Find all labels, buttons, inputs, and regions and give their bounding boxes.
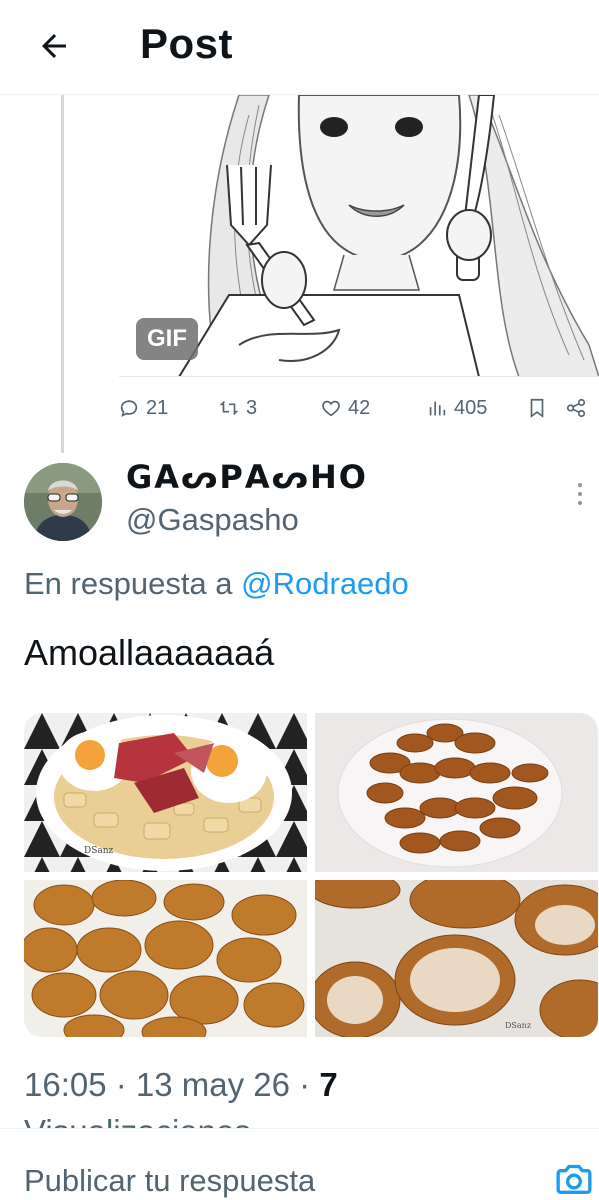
photo-croquettes-plate[interactable] — [315, 713, 598, 872]
thread-connector-line — [61, 95, 64, 453]
reply-context: En respuesta a @Rodraedo — [24, 566, 409, 602]
reply-mention-link[interactable]: @Rodraedo — [241, 566, 409, 601]
avatar[interactable] — [24, 463, 102, 541]
tweet-views-count: 7 — [319, 1066, 338, 1103]
camera-icon[interactable] — [554, 1159, 594, 1199]
tweet-time: 16:05 — [24, 1066, 107, 1103]
share-button[interactable] — [565, 392, 587, 424]
repost-count: 3 — [246, 396, 258, 419]
user-photo — [24, 463, 102, 541]
views-button[interactable]: 405 — [426, 392, 487, 424]
views-count: 405 — [454, 396, 488, 419]
croquettes-plate-image — [315, 713, 598, 872]
tweet-timestamp: 16:05 · 13 may 26 · 7 — [24, 1066, 338, 1103]
more-dot-icon — [578, 492, 582, 496]
tweet-text: Amoallaaaaaaá — [24, 632, 275, 673]
page-title: Post — [140, 20, 234, 67]
like-count: 42 — [348, 396, 371, 419]
tweet-action-bar: 21 3 42 405 — [118, 392, 593, 424]
bar-chart-icon — [429, 401, 446, 416]
top-bar: Post — [0, 0, 599, 95]
reply-button[interactable]: 21 — [118, 392, 168, 424]
photo-eggs-ham[interactable]: DSanz — [24, 713, 307, 872]
repost-button[interactable]: 3 — [218, 392, 257, 424]
views-label: Visualizaciones — [24, 1112, 251, 1128]
croquettes-closeup-image — [24, 880, 307, 1037]
display-name[interactable]: GΑᔕΡΑᔕΗΟ — [126, 458, 368, 496]
photo-croquettes-closeup[interactable] — [24, 880, 307, 1037]
more-dot-icon — [578, 501, 582, 505]
comment-icon — [120, 400, 138, 417]
photo-watermark: DSanz — [505, 1021, 531, 1030]
more-options-button[interactable] — [568, 478, 592, 510]
gif-badge: GIF — [136, 318, 198, 360]
eggs-ham-image: DSanz — [24, 713, 307, 872]
reply-prefix: En respuesta a — [24, 566, 233, 601]
bookmark-icon — [530, 398, 544, 418]
repost-icon — [219, 400, 239, 416]
reply-composer[interactable]: Publicar tu respuesta — [0, 1128, 599, 1200]
like-button[interactable]: 42 — [320, 392, 370, 424]
user-handle[interactable]: @Gaspasho — [126, 502, 299, 538]
heart-icon — [322, 400, 340, 417]
more-dot-icon — [578, 483, 582, 487]
tweet-date: 13 may 26 — [135, 1066, 291, 1103]
reply-count: 21 — [146, 396, 169, 419]
bookmark-button[interactable] — [526, 392, 548, 424]
share-icon — [566, 398, 586, 418]
photo-croquette-inside[interactable]: DSanz — [315, 880, 598, 1037]
photo-watermark: DSanz — [84, 846, 114, 856]
media-grid: DSanz DSanz — [24, 713, 598, 1037]
back-button[interactable] — [30, 22, 78, 70]
croquette-inside-image: DSanz — [315, 880, 598, 1037]
arrow-left-icon — [42, 34, 66, 58]
reply-input[interactable]: Publicar tu respuesta — [24, 1163, 315, 1199]
